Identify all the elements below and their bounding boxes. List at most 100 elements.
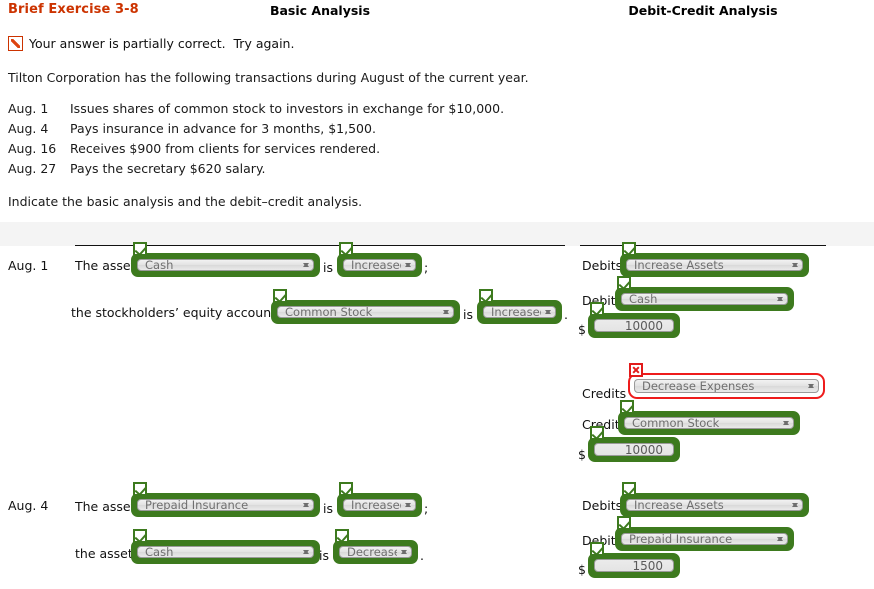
aug1-credits-label: Credits bbox=[582, 386, 627, 401]
row-date-aug1: Aug. 1 bbox=[8, 258, 49, 273]
aug1-basic-line1-lead: The asset bbox=[75, 258, 136, 273]
select-spinner-icon bbox=[788, 500, 802, 510]
aug1-basic-line2-lead: the stockholders’ equity account bbox=[71, 305, 277, 320]
aug1-basic-line2-is: is bbox=[463, 307, 473, 322]
aug4-debit-account-select[interactable]: Prepaid Insurance bbox=[615, 516, 794, 551]
aug4-debits-label: Debits bbox=[582, 498, 623, 513]
aug1-basic-line2-tail: . bbox=[564, 307, 568, 322]
select-spinner-icon bbox=[779, 418, 793, 428]
aug1-debit-currency-symbol: $ bbox=[578, 322, 586, 337]
select-value: Cash bbox=[629, 293, 658, 305]
aug1-debit-amount-input[interactable]: 10000 bbox=[588, 302, 680, 338]
aug4-debit-amount-input[interactable]: 1500 bbox=[588, 542, 680, 578]
list-item: Aug. 1 Issues shares of common stock to i… bbox=[8, 99, 504, 119]
valid-check-icon bbox=[622, 482, 636, 496]
aug4-basic-second-account-select[interactable]: Cash bbox=[131, 529, 320, 564]
select-value: Cash bbox=[145, 546, 174, 558]
list-item: Aug. 4 Pays insurance in advance for 3 mo… bbox=[8, 119, 504, 139]
transaction-description: Pays the secretary $620 salary. bbox=[70, 161, 266, 176]
valid-check-icon bbox=[273, 289, 287, 303]
column-header-debit-credit-analysis: Debit-Credit Analysis bbox=[628, 3, 778, 18]
transaction-date: Aug. 1 bbox=[8, 101, 49, 116]
list-item: Aug. 16 Receives $900 from clients for se… bbox=[8, 139, 504, 159]
transaction-date: Aug. 27 bbox=[8, 161, 57, 176]
valid-check-icon bbox=[622, 242, 636, 256]
partial-correct-icon bbox=[8, 35, 23, 51]
header-rule-debit-credit bbox=[580, 245, 826, 246]
valid-check-icon bbox=[617, 276, 631, 290]
valid-check-icon bbox=[620, 400, 634, 414]
aug4-basic-second-direction-select[interactable]: Decreased bbox=[333, 529, 418, 564]
select-value: Prepaid Insurance bbox=[145, 499, 249, 511]
select-spinner-icon bbox=[439, 307, 453, 317]
aug4-basic-direction-select[interactable]: Increased bbox=[337, 482, 422, 517]
valid-check-icon bbox=[590, 302, 604, 316]
valid-check-icon bbox=[617, 516, 631, 530]
aug4-basic-line1-tail: ; bbox=[424, 501, 429, 516]
select-spinner-icon bbox=[401, 260, 415, 270]
aug1-basic-line1-tail: ; bbox=[424, 260, 429, 275]
aug1-credit-amount-input[interactable]: 10000 bbox=[588, 426, 680, 462]
select-value: Increased bbox=[351, 259, 401, 271]
header-rule-basic bbox=[75, 245, 565, 246]
aug4-debits-select[interactable]: Increase Assets bbox=[620, 482, 809, 517]
select-spinner-icon bbox=[397, 547, 411, 557]
error-x-icon bbox=[629, 363, 643, 377]
valid-check-icon bbox=[479, 289, 493, 303]
select-spinner-icon bbox=[773, 534, 787, 544]
aug4-basic-line1-lead: The asset bbox=[75, 499, 136, 514]
select-spinner-icon bbox=[788, 260, 802, 270]
amount-value: 10000 bbox=[624, 443, 663, 456]
amount-value: 1500 bbox=[632, 559, 663, 572]
select-value: Increase Assets bbox=[634, 499, 724, 511]
row-date-aug4: Aug. 4 bbox=[8, 498, 49, 513]
select-spinner-icon bbox=[299, 500, 313, 510]
aug4-basic-line2-tail: . bbox=[420, 548, 424, 563]
aug4-basic-line2-lead: the asset bbox=[75, 546, 133, 561]
select-value: Common Stock bbox=[285, 306, 373, 318]
valid-check-icon bbox=[133, 242, 147, 256]
aug1-basic-direction-select[interactable]: Increased bbox=[337, 242, 422, 277]
valid-check-icon bbox=[339, 242, 353, 256]
aug1-debits-label: Debits bbox=[582, 258, 623, 273]
select-value: Increased bbox=[491, 306, 541, 318]
select-spinner-icon bbox=[299, 260, 313, 270]
aug1-credit-currency-symbol: $ bbox=[578, 447, 586, 462]
transaction-description: Receives $900 from clients for services … bbox=[70, 141, 381, 156]
select-value: Common Stock bbox=[632, 417, 720, 429]
select-spinner-icon bbox=[541, 307, 555, 317]
aug1-basic-equity-direction-select[interactable]: Increased bbox=[477, 289, 562, 324]
valid-check-icon bbox=[335, 529, 349, 543]
aug1-basic-account-select[interactable]: Cash bbox=[131, 242, 320, 277]
transaction-date: Aug. 16 bbox=[8, 141, 57, 156]
select-spinner-icon bbox=[401, 500, 415, 510]
column-header-basic-analysis: Basic Analysis bbox=[269, 3, 371, 18]
aug1-credits-select[interactable]: Decrease Expenses bbox=[628, 363, 825, 399]
select-spinner-icon bbox=[773, 294, 787, 304]
select-value: Decreased bbox=[347, 546, 397, 558]
select-value: Cash bbox=[145, 259, 174, 271]
status-text: Your answer is partially correct. Try ag… bbox=[29, 35, 295, 51]
valid-check-icon bbox=[590, 426, 604, 440]
select-value: Prepaid Insurance bbox=[629, 533, 733, 545]
aug4-debit-currency-symbol: $ bbox=[578, 562, 586, 577]
status-message: Your answer is partially correct. Try ag… bbox=[8, 34, 294, 52]
aug1-basic-equity-account-select[interactable]: Common Stock bbox=[271, 289, 460, 324]
valid-check-icon bbox=[133, 529, 147, 543]
aug4-basic-account-select[interactable]: Prepaid Insurance bbox=[131, 482, 320, 517]
select-spinner-icon bbox=[804, 380, 818, 392]
amount-value: 10000 bbox=[624, 319, 663, 332]
list-item: Aug. 27 Pays the secretary $620 salary. bbox=[8, 159, 504, 179]
valid-check-icon bbox=[339, 482, 353, 496]
aug1-debits-select[interactable]: Increase Assets bbox=[620, 242, 809, 277]
aug1-credit-account-select[interactable]: Common Stock bbox=[618, 400, 800, 435]
select-value: Increase Assets bbox=[634, 259, 724, 271]
transaction-description: Pays insurance in advance for 3 months, … bbox=[70, 121, 376, 136]
transaction-description: Issues shares of common stock to investo… bbox=[70, 101, 505, 116]
transaction-list: Aug. 1 Issues shares of common stock to i… bbox=[8, 99, 504, 179]
aug4-basic-line1-is: is bbox=[323, 501, 333, 516]
transaction-date: Aug. 4 bbox=[8, 121, 49, 136]
select-value: Increased bbox=[351, 499, 401, 511]
valid-check-icon bbox=[133, 482, 147, 496]
aug1-debit-account-select[interactable]: Cash bbox=[615, 276, 794, 311]
